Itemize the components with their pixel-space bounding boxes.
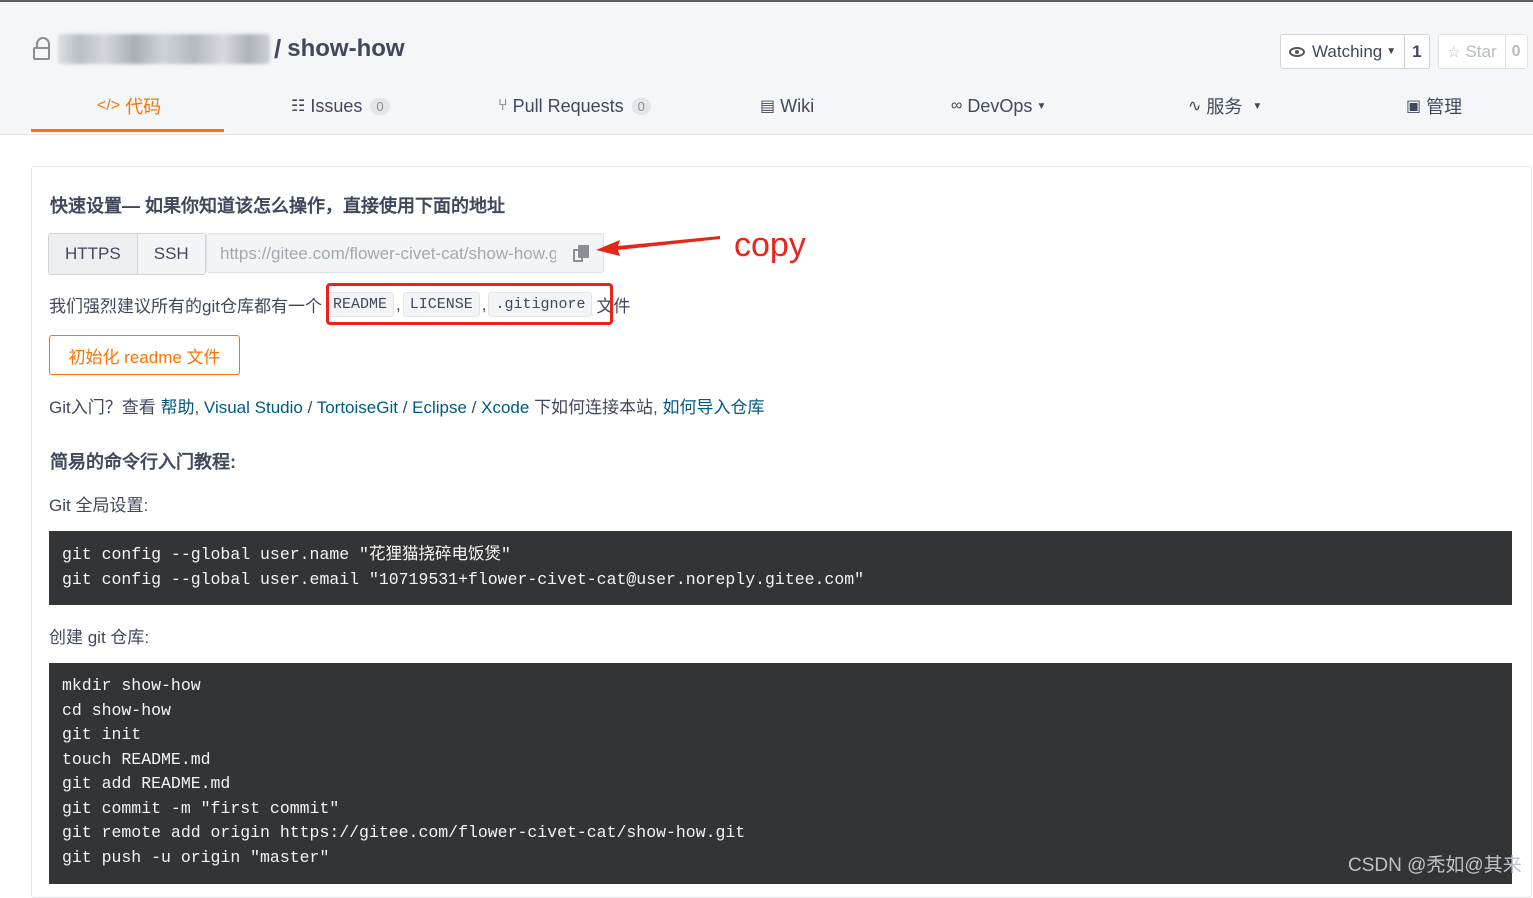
tab-code[interactable]: </> 代码 — [97, 77, 161, 135]
devops-icon: ∞ — [951, 97, 963, 114]
annotation-arrow — [596, 236, 720, 256]
copy-icon[interactable] — [573, 245, 589, 263]
repo-header: / show-how Watching ▼ 1 ☆ Star 0 </> 代码 … — [0, 2, 1533, 135]
tab-services[interactable]: ∿ 服务 ▼ — [1188, 77, 1262, 135]
star-button[interactable]: ☆ Star — [1439, 35, 1506, 68]
clone-url-text[interactable]: https://gitee.com/flower-civet-cat/show-… — [220, 244, 556, 264]
xcode-link[interactable]: Xcode — [481, 398, 529, 417]
pulse-icon: ∿ — [1188, 98, 1202, 115]
tab-wiki[interactable]: ▤ Wiki — [760, 77, 814, 135]
tab-pull-requests[interactable]: ⑂ Pull Requests 0 — [498, 77, 651, 135]
recommend-prefix: 我们强烈建议所有的git仓库都有一个 — [49, 297, 322, 316]
annotation-highlight-box — [326, 283, 613, 325]
pull-request-icon: ⑂ — [498, 97, 508, 114]
star-group: ☆ Star 0 — [1438, 34, 1528, 69]
code-line: git remote add origin https://gitee.com/… — [62, 823, 746, 842]
code-line: git push -u origin "master" — [62, 847, 330, 867]
tab-label: 管理 — [1426, 97, 1463, 117]
code-line: git add README.md — [62, 774, 231, 793]
copy-annotation-label: copy — [734, 226, 806, 264]
help-prefix: Git入门？查看 — [49, 398, 156, 417]
tortoisegit-link[interactable]: TortoiseGit — [317, 398, 398, 417]
watermark: CSDN @秃如@其来 — [1348, 855, 1522, 876]
tab-label: 代码 — [125, 97, 162, 117]
help-middle: 下如何连接本站, — [534, 398, 658, 417]
wiki-icon: ▤ — [760, 98, 776, 115]
star-count[interactable]: 0 — [1506, 35, 1527, 68]
caret-down-icon: ▼ — [1386, 46, 1397, 57]
global-setup-label: Git 全局设置: — [49, 496, 149, 515]
quick-setup-heading: 快速设置— 如果你知道该怎么操作，直接使用下面的地址 — [50, 196, 505, 216]
manage-icon: ▣ — [1406, 98, 1422, 115]
watch-label: Watching — [1312, 41, 1383, 61]
owner-name-blurred[interactable] — [58, 34, 270, 64]
tab-label: DevOps — [967, 95, 1033, 116]
code-line: git init — [62, 725, 142, 744]
init-readme-button[interactable]: 初始化 readme 文件 — [49, 335, 240, 375]
active-tab-indicator — [31, 129, 224, 132]
code-line: cd show-how — [62, 700, 171, 720]
help-link[interactable]: 帮助 — [160, 398, 194, 417]
watch-button[interactable]: Watching ▼ — [1281, 35, 1406, 68]
path-separator: / — [274, 33, 282, 64]
code-line: touch README.md — [62, 749, 211, 769]
tab-label: Issues — [310, 95, 363, 116]
https-button[interactable]: HTTPS — [49, 234, 138, 274]
global-setup-code-block[interactable]: git config --global user.name "花狸猫挠碎电饭煲"… — [49, 531, 1512, 605]
code-line: git commit -m "first commit" — [62, 798, 340, 818]
code-icon: </> — [97, 97, 121, 114]
tutorial-heading: 简易的命令行入门教程: — [50, 452, 236, 472]
annotation-arrow-shape — [596, 236, 720, 256]
tab-manage[interactable]: ▣ 管理 — [1406, 77, 1462, 135]
protocol-switch: HTTPS SSH — [48, 233, 206, 275]
repo-title: / show-how — [32, 32, 405, 66]
watch-count[interactable]: 1 — [1405, 35, 1428, 68]
lock-icon — [32, 36, 52, 62]
star-label: Star — [1465, 41, 1497, 61]
import-repo-link[interactable]: 如何导入仓库 — [663, 398, 765, 417]
eclipse-link[interactable]: Eclipse — [412, 398, 467, 417]
pull-requests-count-badge: 0 — [631, 97, 651, 115]
star-icon: ☆ — [1447, 43, 1461, 61]
code-line: mkdir show-how — [62, 676, 201, 695]
code-line: git config --global user.email "10719531… — [62, 569, 865, 589]
create-repo-code-block[interactable]: mkdir show-how cd show-how git init touc… — [49, 663, 1512, 884]
caret-down-icon: ▼ — [1252, 100, 1263, 112]
tab-label: 服务 — [1206, 97, 1243, 117]
watch-group: Watching ▼ 1 — [1280, 34, 1430, 69]
create-repo-label: 创建 git 仓库: — [49, 628, 150, 647]
repo-name[interactable]: show-how — [287, 35, 404, 63]
git-help-line: Git入门？查看 帮助, Visual Studio / TortoiseGit… — [49, 398, 765, 417]
tab-devops[interactable]: ∞ DevOps ▼ — [951, 77, 1046, 135]
issues-icon: ☷ — [291, 98, 306, 115]
repo-tabs: </> 代码 ☷ Issues 0 ⑂ Pull Requests 0 ▤ Wi… — [0, 77, 1533, 135]
tab-issues[interactable]: ☷ Issues 0 — [291, 77, 390, 135]
code-line: git config --global user.name "花狸猫挠碎电饭煲" — [62, 545, 511, 564]
clone-url-field[interactable]: https://gitee.com/flower-civet-cat/show-… — [206, 233, 604, 273]
ssh-button[interactable]: SSH — [138, 234, 205, 274]
visual-studio-link[interactable]: Visual Studio — [204, 398, 303, 417]
eye-icon — [1289, 46, 1305, 57]
caret-down-icon: ▼ — [1036, 100, 1047, 112]
issues-count-badge: 0 — [370, 97, 390, 115]
tab-label: Pull Requests — [512, 95, 624, 116]
tab-label: Wiki — [780, 95, 815, 116]
